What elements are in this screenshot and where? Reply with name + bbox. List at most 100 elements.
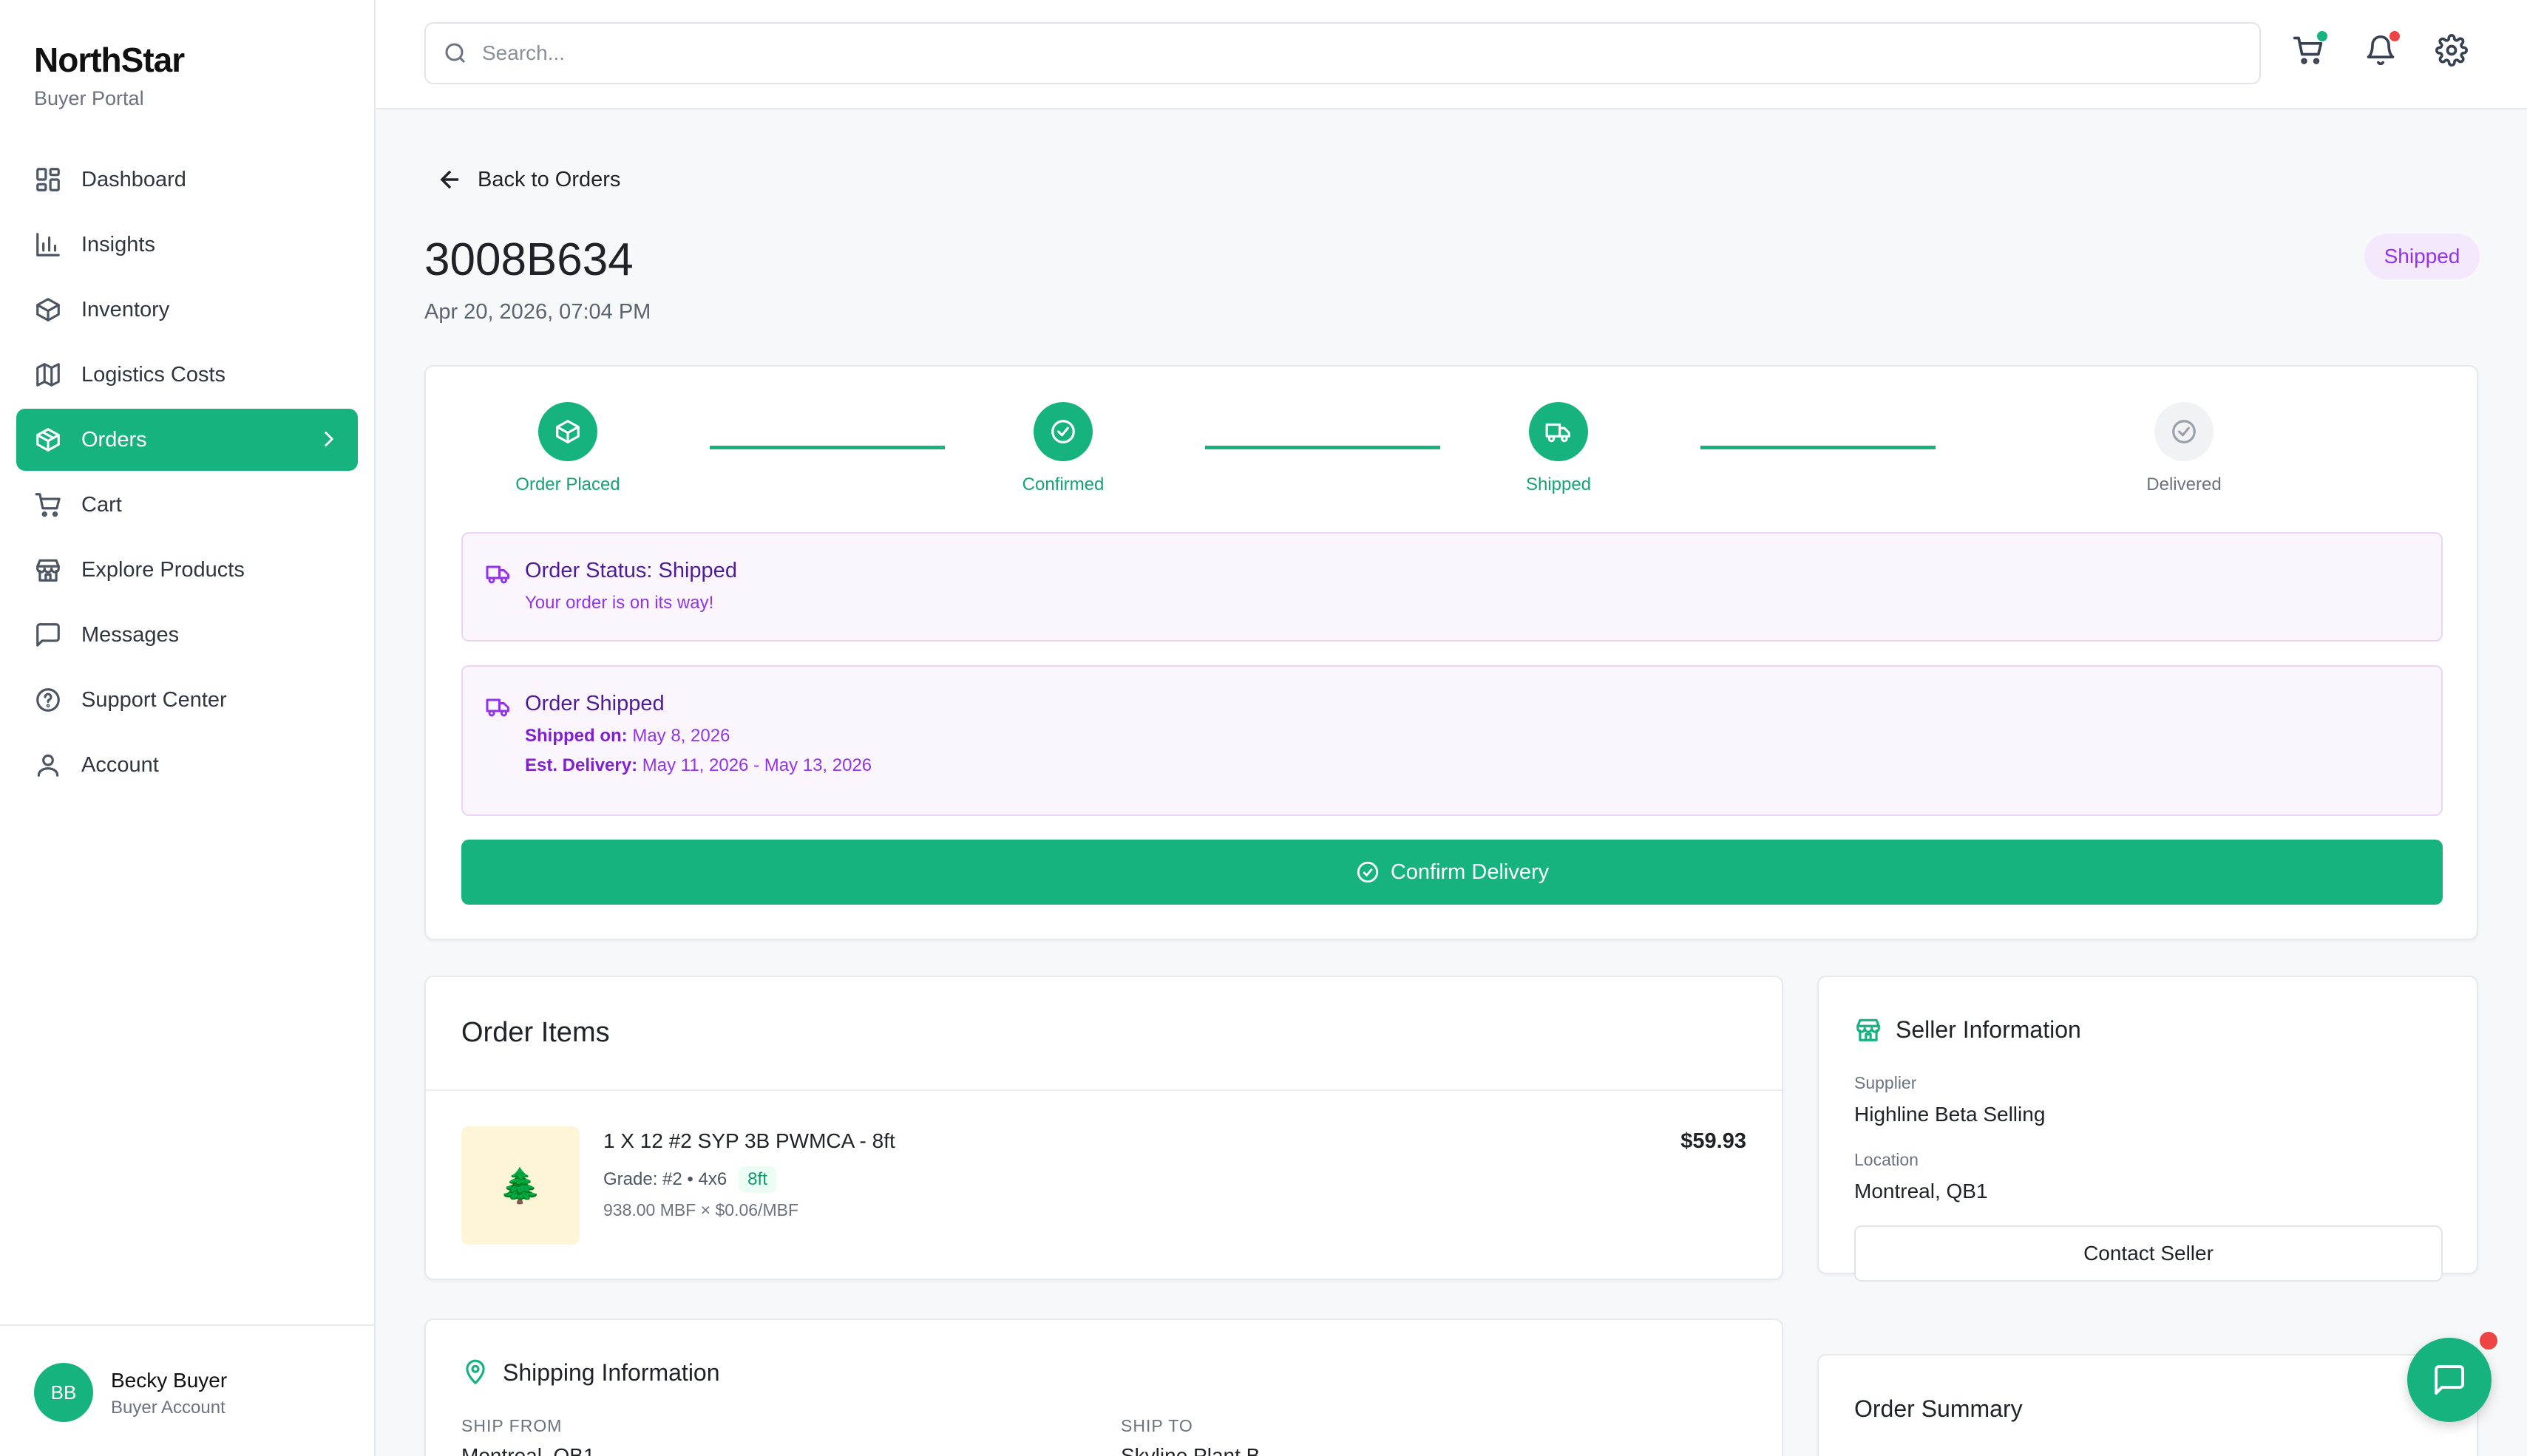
arrow-left-icon: [440, 170, 459, 189]
sidebar-item-messages[interactable]: Messages: [16, 604, 358, 666]
step-circle: [1034, 402, 1093, 461]
sidebar-item-label: Account: [81, 752, 159, 777]
contact-seller-button[interactable]: Contact Seller: [1854, 1225, 2443, 1282]
supplier-label: Supplier: [1854, 1073, 1917, 1092]
ship-from-value: Montreal, QB1: [461, 1444, 595, 1456]
order-status-box: Order Status: Shipped Your order is on i…: [461, 532, 2443, 642]
cart-icon: [35, 493, 61, 517]
order-date: Apr 20, 2026, 07:04 PM: [424, 300, 651, 324]
cart-button[interactable]: [2292, 31, 2327, 67]
sidebar-item-support-center[interactable]: Support Center: [16, 669, 358, 731]
check-circle-icon: [1357, 861, 1378, 883]
ship-to-value: Skyline Plant B: [1121, 1444, 1261, 1456]
sidebar-item-cart[interactable]: Cart: [16, 474, 358, 536]
est-delivery-line: Est. Delivery: May 11, 2026 - May 13, 20…: [525, 755, 872, 776]
brand-subtitle: Buyer Portal: [34, 87, 144, 109]
order-items-card: Order Items 🌲 1 X 12 #2 SYP 3B PWMCA - 8…: [424, 976, 1783, 1280]
cart-indicator-dot: [2317, 31, 2327, 41]
back-label: Back to Orders: [478, 167, 621, 191]
step-connector: [710, 446, 945, 449]
message-icon: [36, 623, 60, 647]
sidebar-item-insights[interactable]: Insights: [16, 214, 358, 276]
step-connector: [1205, 446, 1440, 449]
truck-icon: [1545, 423, 1570, 443]
item-grade: Grade: #2 • 4x6 8ft: [603, 1166, 776, 1193]
item-price: $59.93: [1680, 1129, 1746, 1153]
sidebar: NorthStar Buyer Portal Dashboard Insight…: [0, 0, 376, 1456]
status-badge: Shipped: [2364, 234, 2480, 279]
item-grade-text: Grade: #2 • 4x6: [603, 1169, 727, 1189]
est-delivery-label: Est. Delivery:: [525, 755, 638, 775]
dashboard-icon: [36, 168, 60, 191]
search-input[interactable]: [482, 41, 2182, 65]
item-quantity: 938.00 MBF × $0.06/MBF: [603, 1200, 798, 1219]
seller-info-title: Seller Information: [1896, 1016, 2081, 1043]
package-icon: [36, 428, 60, 452]
search-box[interactable]: [424, 22, 2261, 84]
check-circle-icon: [1051, 420, 1075, 443]
store-icon: [36, 559, 60, 582]
shipping-info-heading: Shipping Information: [461, 1358, 720, 1387]
location-label: Location: [1854, 1150, 1919, 1169]
supplier-value: Highline Beta Selling: [1854, 1103, 2046, 1126]
sidebar-item-label: Explore Products: [81, 557, 245, 582]
sidebar-nav: Dashboard Insights Inventory Logistics C…: [16, 149, 358, 799]
user-icon: [37, 754, 59, 777]
order-shipped-box: Order Shipped Shipped on: May 8, 2026 Es…: [461, 665, 2443, 816]
top-bar: [376, 0, 2527, 109]
bar-chart-icon: [36, 233, 60, 256]
step-label: Shipped: [1525, 474, 1592, 494]
gear-icon: [2435, 34, 2468, 67]
confirm-delivery-button[interactable]: Confirm Delivery: [461, 840, 2443, 905]
sidebar-item-label: Cart: [81, 492, 122, 517]
user-name: Becky Buyer: [111, 1369, 228, 1392]
ship-from-label: SHIP FROM: [461, 1416, 563, 1435]
step-label: Order Placed: [515, 474, 620, 494]
order-summary-card: Order Summary: [1817, 1354, 2478, 1456]
location-value: Montreal, QB1: [1854, 1180, 1988, 1202]
sidebar-item-inventory[interactable]: Inventory: [16, 279, 358, 341]
divider: [426, 1089, 1782, 1091]
shipped-box-title: Order Shipped: [525, 692, 665, 715]
back-to-orders-link[interactable]: Back to Orders: [436, 166, 620, 194]
item-name[interactable]: 1 X 12 #2 SYP 3B PWMCA - 8ft: [603, 1129, 895, 1153]
notifications-button[interactable]: [2364, 31, 2400, 67]
settings-button[interactable]: [2435, 34, 2468, 67]
chat-button[interactable]: [2407, 1338, 2492, 1422]
truck-icon: [486, 698, 509, 717]
user-role: Buyer Account: [111, 1398, 225, 1418]
help-icon: [36, 688, 60, 712]
status-box-text: Your order is on its way!: [525, 593, 714, 613]
store-icon: [1856, 1018, 1880, 1041]
sidebar-item-dashboard[interactable]: Dashboard: [16, 149, 358, 211]
shipped-on-value: May 8, 2026: [632, 726, 730, 746]
step-circle: [1529, 402, 1588, 461]
status-box-title: Order Status: Shipped: [525, 559, 737, 582]
brand: NorthStar Buyer Portal: [34, 40, 185, 110]
search-icon: [445, 43, 466, 64]
step-connector: [1700, 446, 1936, 449]
confirm-delivery-label: Confirm Delivery: [1390, 860, 1550, 884]
chat-icon: [2435, 1365, 2464, 1395]
seller-info-card: Seller Information Supplier Highline Bet…: [1817, 976, 2478, 1282]
user-profile[interactable]: BB Becky Buyer Buyer Account: [0, 1324, 374, 1456]
notification-dot: [2389, 31, 2400, 41]
sidebar-item-label: Dashboard: [81, 167, 186, 191]
sidebar-item-label: Logistics Costs: [81, 362, 226, 387]
sidebar-item-explore-products[interactable]: Explore Products: [16, 539, 358, 601]
map-icon: [36, 363, 60, 387]
map-pin-icon: [466, 1359, 485, 1384]
sidebar-item-logistics-costs[interactable]: Logistics Costs: [16, 344, 358, 406]
step-circle: [2154, 402, 2214, 461]
order-progress-card: Order Placed Confirmed Shipped Delivered…: [424, 365, 2478, 940]
avatar: BB: [34, 1363, 93, 1422]
ship-to-label: SHIP TO: [1121, 1416, 1193, 1435]
sidebar-item-label: Orders: [81, 427, 147, 452]
length-badge: 8ft: [739, 1166, 776, 1193]
step-label: Delivered: [2146, 474, 2222, 494]
sidebar-item-account[interactable]: Account: [16, 734, 358, 796]
page-title: 3008B634: [424, 234, 634, 285]
step-circle: [538, 402, 597, 461]
sidebar-item-orders[interactable]: Orders: [16, 409, 358, 471]
box-icon: [36, 298, 60, 322]
